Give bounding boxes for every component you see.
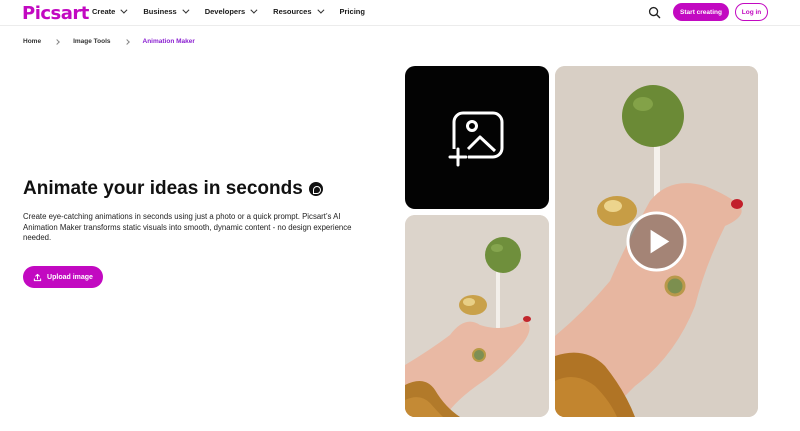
nav-developers-label: Developers xyxy=(204,7,246,16)
breadcrumb: Home Image Tools Animation Maker xyxy=(23,38,195,45)
breadcrumb-current: Animation Maker xyxy=(142,38,195,45)
ai-sparkle-icon xyxy=(308,182,323,196)
nav-resources[interactable]: Resources xyxy=(273,6,324,16)
search-icon[interactable] xyxy=(648,6,661,19)
nav-business[interactable]: Business xyxy=(143,6,190,16)
chevron-right-icon xyxy=(54,38,60,45)
main-nav: Create Business Developers Resources Pri… xyxy=(92,6,383,16)
start-creating-button[interactable]: Start creating xyxy=(673,3,729,21)
lollipop-hand-image xyxy=(405,215,549,417)
chevron-down-icon xyxy=(316,6,324,14)
add-image-icon xyxy=(448,111,504,167)
chevron-down-icon xyxy=(182,6,190,14)
play-icon[interactable] xyxy=(625,210,688,273)
nav-create[interactable]: Create xyxy=(92,6,128,16)
nav-pricing[interactable]: Pricing xyxy=(340,7,365,16)
upload-icon xyxy=(33,273,42,281)
breadcrumb-home[interactable]: Home xyxy=(23,38,41,45)
login-button[interactable]: Log in xyxy=(735,3,768,21)
nav-business-label: Business xyxy=(143,7,177,16)
chevron-down-icon xyxy=(120,6,128,14)
nav-resources-label: Resources xyxy=(273,7,312,16)
top-header: Picsart Create Business Developers Resou… xyxy=(0,0,800,26)
page-title: Animate your ideas in seconds xyxy=(23,178,323,200)
picsart-logo[interactable]: Picsart xyxy=(22,3,89,24)
sample-photo-small xyxy=(405,215,549,417)
page-title-text: Animate your ideas in seconds xyxy=(23,178,303,199)
hero-description: Create eye-catching animations in second… xyxy=(23,212,352,243)
upload-image-label: Upload image xyxy=(47,273,93,281)
breadcrumb-image-tools[interactable]: Image Tools xyxy=(73,38,110,45)
add-image-tile[interactable] xyxy=(405,66,549,209)
nav-create-label: Create xyxy=(92,7,116,16)
nav-pricing-label: Pricing xyxy=(339,7,365,16)
nav-developers[interactable]: Developers xyxy=(204,6,258,16)
upload-image-button[interactable]: Upload image xyxy=(23,266,103,288)
chevron-right-icon xyxy=(123,38,130,45)
chevron-down-icon xyxy=(250,6,258,14)
